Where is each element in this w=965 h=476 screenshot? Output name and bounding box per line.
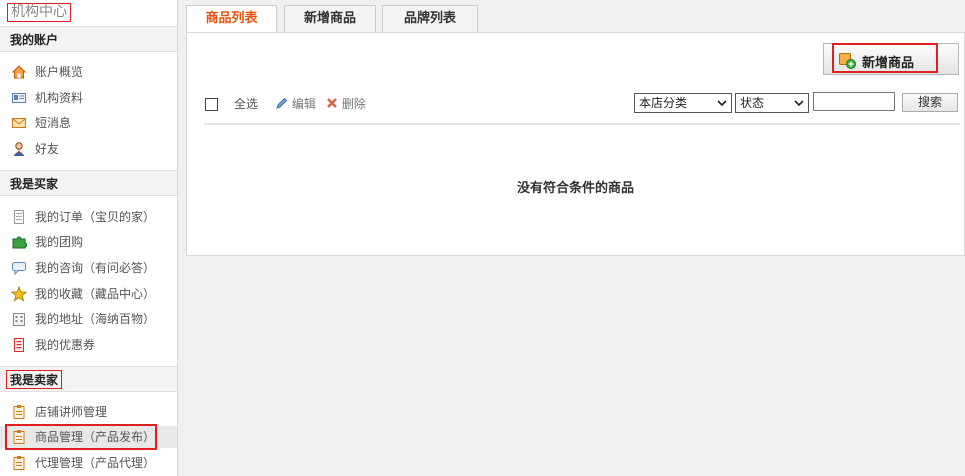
sidebar-item-messages[interactable]: 短消息 xyxy=(0,112,177,134)
search-button[interactable]: 搜索 xyxy=(902,93,958,112)
list-toolbar: 全选 编辑 删除 本店分类 状态 搜索 xyxy=(204,92,960,118)
sidebar-item-my-orders[interactable]: 我的订单（宝贝的家） xyxy=(0,206,177,228)
friend-icon xyxy=(13,142,25,156)
section-header-account: 我的账户 xyxy=(0,26,177,52)
section-label: 我是卖家 xyxy=(6,370,63,389)
empty-message: 没有符合条件的商品 xyxy=(516,181,634,196)
section-header-buyer: 我是买家 xyxy=(0,170,177,196)
tab-brand-list[interactable]: 品牌列表 xyxy=(382,5,478,32)
section-header-seller: 我是卖家 xyxy=(0,366,177,392)
highlight-box xyxy=(5,424,157,450)
divider xyxy=(204,123,960,125)
tab-product-list[interactable]: 商品列表 xyxy=(186,5,277,33)
coupon-icon xyxy=(14,338,24,352)
delete-button[interactable]: 删除 xyxy=(326,95,366,112)
status-select[interactable]: 状态 xyxy=(735,93,809,113)
sidebar-item-group-buy[interactable]: 我的团购 xyxy=(0,231,177,253)
sidebar-item-consult[interactable]: 我的咨询（有问必答） xyxy=(0,257,177,279)
sidebar-item-shop-lecturers[interactable]: 店铺讲师管理 xyxy=(0,401,177,423)
search-input[interactable] xyxy=(813,92,895,111)
select-all-label[interactable]: 全选 xyxy=(234,95,258,112)
sidebar-item-org-profile[interactable]: 机构资料 xyxy=(0,87,177,109)
tab-add-product[interactable]: 新增商品 xyxy=(284,5,376,32)
sidebar-item-coupons[interactable]: 我的优惠券 xyxy=(0,334,177,356)
address-icon xyxy=(13,313,25,326)
sidebar-item-favorites[interactable]: 我的收藏（藏品中心） xyxy=(0,283,177,305)
sidebar-item-address[interactable]: 我的地址（海纳百物） xyxy=(0,308,177,330)
sidebar: 机构中心 我的账户 账户概览 机构资料 短消息 好友 我是买家 我的订单（宝贝的… xyxy=(0,0,178,476)
category-select[interactable]: 本店分类 xyxy=(634,93,732,113)
star-icon xyxy=(11,286,27,302)
speech-icon xyxy=(12,262,26,276)
chevron-down-icon xyxy=(794,100,804,106)
id-card-icon xyxy=(12,93,26,103)
envelope-icon xyxy=(12,118,26,128)
clipboard-icon xyxy=(13,405,25,419)
add-product-icon xyxy=(839,53,856,69)
add-product-button[interactable]: 新增商品 xyxy=(823,43,959,75)
delete-x-icon xyxy=(327,98,337,108)
edit-button[interactable]: 编辑 xyxy=(276,95,316,112)
status-select-value: 状态 xyxy=(740,96,765,110)
category-select-value: 本店分类 xyxy=(639,96,688,110)
edit-label: 编辑 xyxy=(291,97,316,111)
chevron-down-icon xyxy=(717,100,727,106)
section-label: 我是买家 xyxy=(10,177,59,191)
add-product-label: 新增商品 xyxy=(862,56,915,71)
delete-label: 删除 xyxy=(341,97,366,111)
house-icon xyxy=(11,65,27,79)
product-panel: 新增商品 全选 编辑 删除 本店分类 状态 搜索 没有符合条件的商品 xyxy=(186,32,965,256)
main-content: 商品列表 新增商品 品牌列表 新增商品 全选 编辑 删除 本店分类 状态 搜索 … xyxy=(186,0,965,256)
select-all-checkbox[interactable] xyxy=(205,98,218,111)
sidebar-title: 机构中心 xyxy=(7,3,71,22)
order-icon xyxy=(14,210,24,224)
puzzle-icon xyxy=(12,236,27,249)
section-label: 我的账户 xyxy=(10,33,59,47)
clipboard-icon xyxy=(13,456,25,470)
pencil-icon xyxy=(276,97,288,109)
sidebar-item-friends[interactable]: 好友 xyxy=(0,138,177,160)
sidebar-item-account-overview[interactable]: 账户概览 xyxy=(0,61,177,83)
sidebar-item-agency-management[interactable]: 代理管理（产品代理） xyxy=(0,452,177,474)
